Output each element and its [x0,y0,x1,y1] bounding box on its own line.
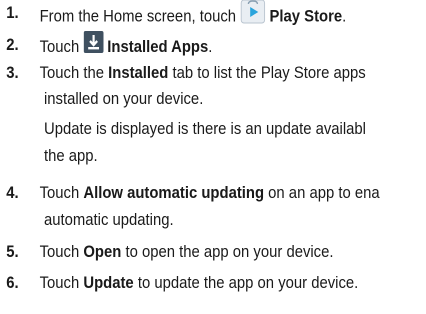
update-label: Update [83,274,134,292]
step-number: 4. [6,184,19,202]
step-text-post: . [342,7,347,26]
instruction-list: 1. From the Home screen, touch Play Stor… [0,0,426,314]
play-store-label: Play Store [269,7,343,26]
allow-automatic-updating-label: Allow automatic updating [83,184,265,202]
step-text-pre: From the Home screen, touch [39,7,241,26]
step-text: Touch Allow automatic updating on an app… [40,180,380,207]
step-number: 1. [6,4,19,22]
step-3-note-continuation: the app. [44,147,98,165]
step-text-post: to update the app on your device. [133,274,359,292]
step-number: 2. [6,36,19,54]
step-text-pre: Touch the [39,64,109,82]
step-text: Touch Installed Apps. [39,31,213,63]
step-text-post: to open the app on your device. [121,243,334,261]
step-3-continuation: installed on your device. [44,90,204,108]
step-number: 5. [6,243,19,261]
step-text-pre: Touch [39,243,84,261]
step-number: 6. [6,274,19,292]
step-text-post: on an app to ena [264,184,380,202]
step-text: Touch Update to update the app on your d… [40,270,359,297]
step-text: Touch the Installed tab to list the Play… [40,60,366,87]
open-label: Open [83,243,122,261]
installed-apps-label: Installed Apps [107,37,209,56]
step-3-note: Update is displayed is there is an updat… [44,120,366,138]
play-store-icon [240,0,265,33]
step-text-pre: Touch [39,184,84,202]
installed-tab-label: Installed [108,64,169,82]
step-text-pre: Touch [39,37,84,56]
step-text: Touch Open to open the app on your devic… [40,239,334,266]
step-text-pre: Touch [39,274,84,292]
installed-apps-download-icon [83,31,104,62]
step-text: From the Home screen, touch Play Store. [39,0,347,34]
step-4-continuation: automatic updating. [44,211,174,229]
step-text-post: tab to list the Play Store apps [168,64,366,82]
step-number: 3. [6,64,19,82]
step-text-post: . [208,37,213,56]
